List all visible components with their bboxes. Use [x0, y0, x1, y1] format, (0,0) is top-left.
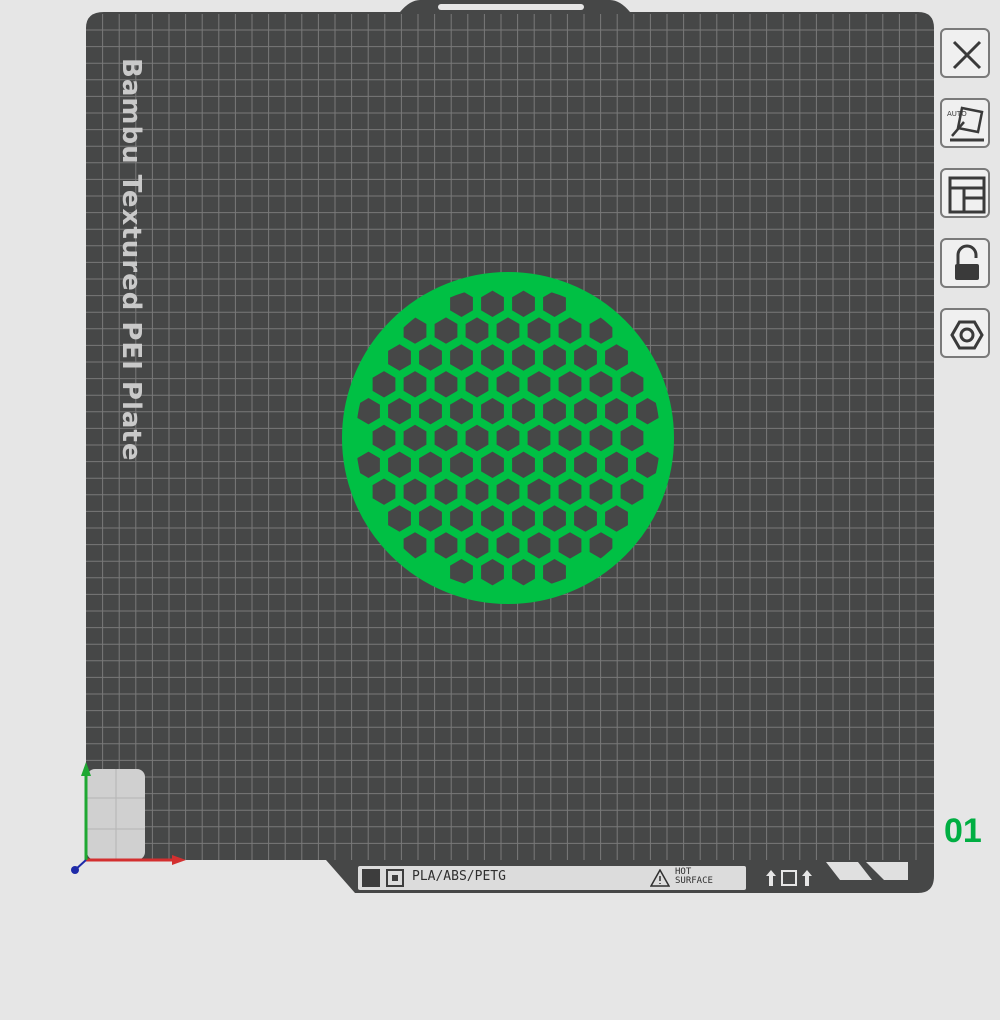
honeycomb-model[interactable] — [342, 272, 674, 604]
svg-text:AUTO: AUTO — [947, 110, 967, 118]
auto-orient-icon: AUTO — [947, 106, 984, 142]
auto-orient-button[interactable]: AUTO — [940, 98, 990, 148]
plate-handle — [438, 4, 584, 10]
lock-open-icon — [955, 244, 979, 280]
hot-surface-label: HOT SURFACE — [675, 867, 713, 886]
plate-orientation-icon — [766, 870, 812, 886]
plate-name-label: Bambu Textured PEI Plate — [116, 58, 146, 462]
lock-button[interactable] — [940, 238, 990, 288]
plate-footer-strip: PLA/ABS/PETG HOT SURFACE — [358, 866, 746, 890]
plate-number: 01 — [944, 812, 982, 850]
warning-icon — [650, 869, 670, 887]
arrange-icon — [948, 176, 986, 214]
hex-nut-icon — [950, 320, 984, 350]
arrange-button[interactable] — [940, 168, 990, 218]
qr-code-small-icon — [386, 869, 404, 887]
qr-code-icon — [362, 869, 380, 887]
plate-settings-button[interactable] — [940, 308, 990, 358]
close-plate-button[interactable] — [940, 28, 990, 78]
close-icon — [952, 40, 982, 70]
plate-materials-label: PLA/ABS/PETG — [412, 869, 506, 884]
